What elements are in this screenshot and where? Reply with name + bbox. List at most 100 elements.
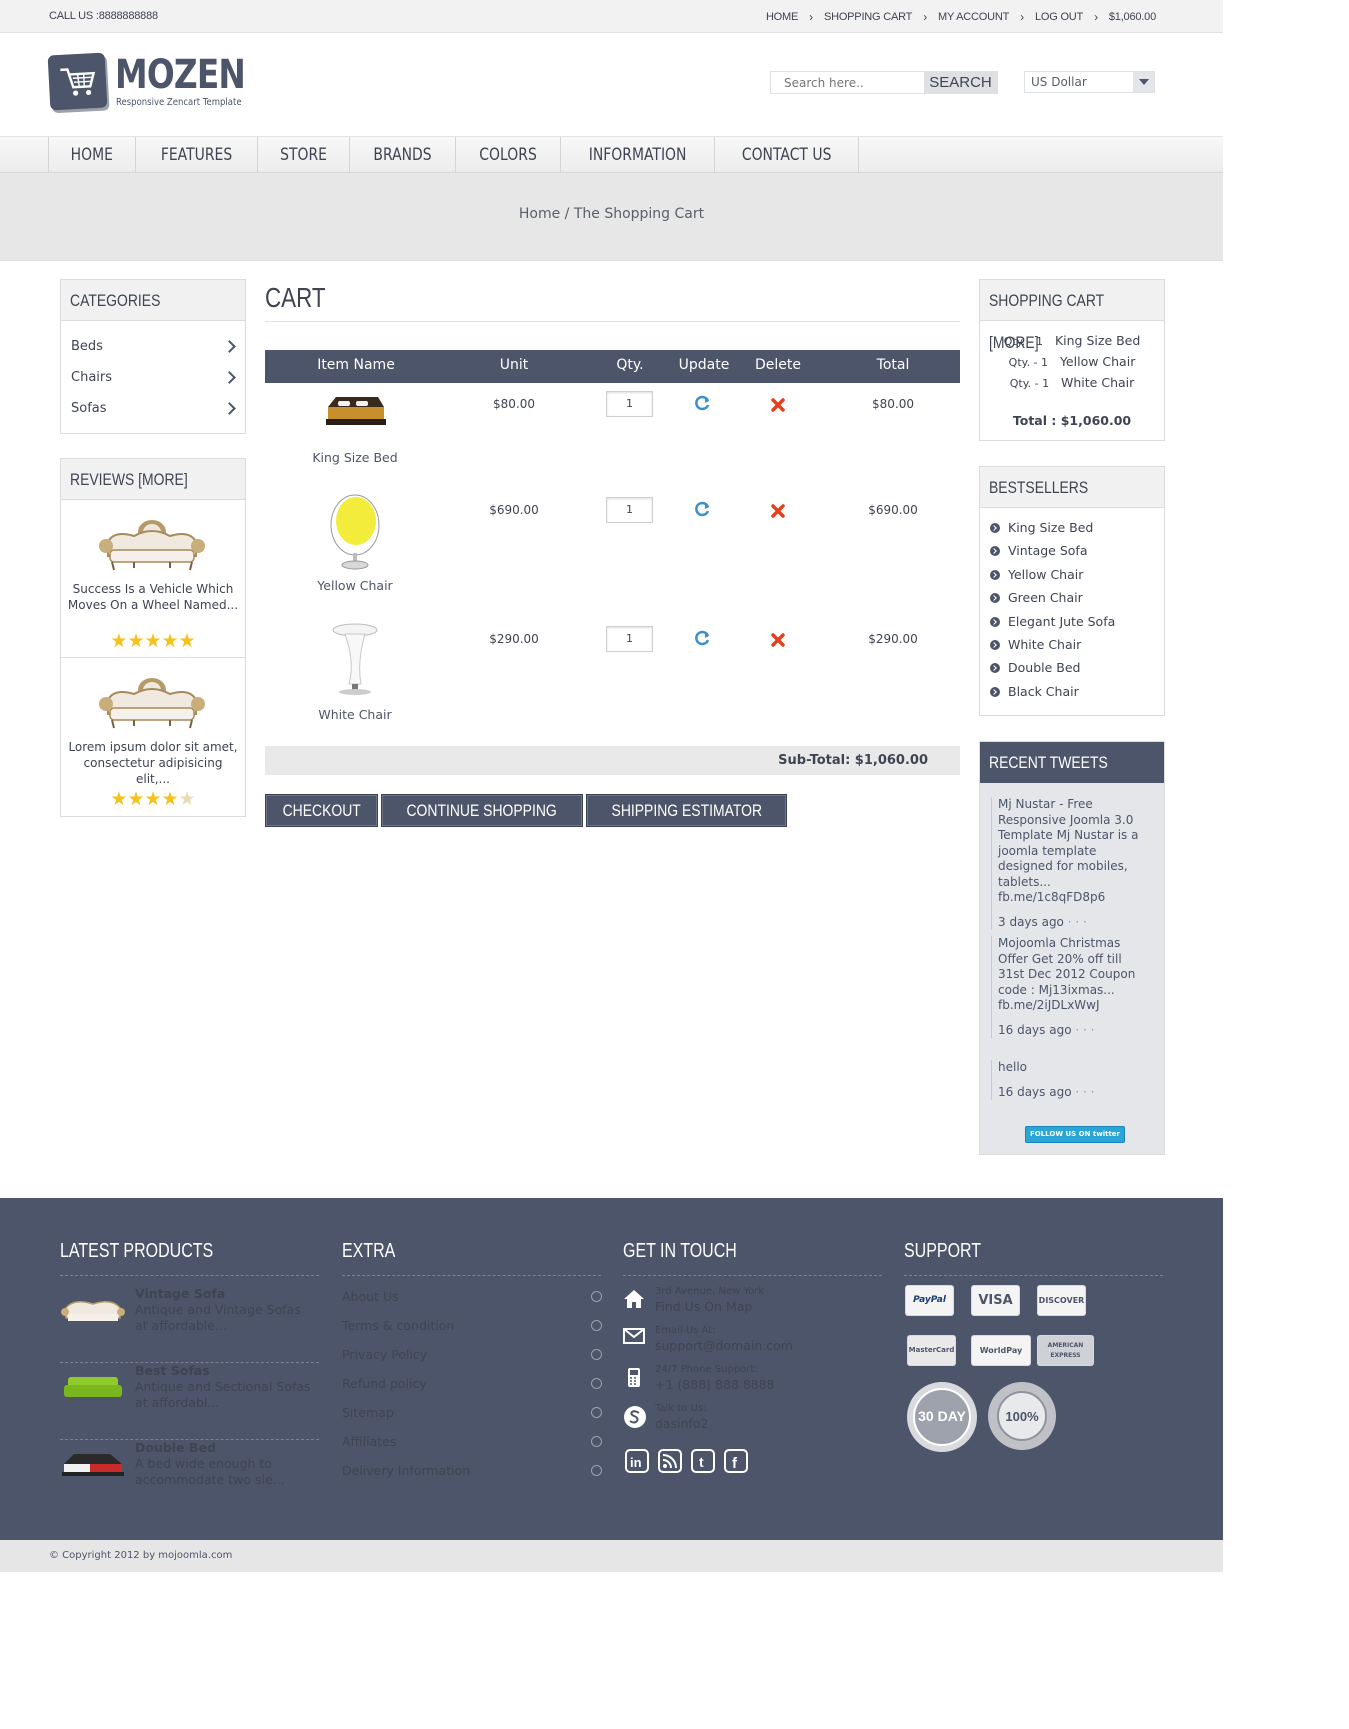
footer-link-terms[interactable]: Terms & condition (342, 1318, 602, 1333)
refresh-icon[interactable] (695, 395, 711, 411)
latest-product-name[interactable]: Double Bed (135, 1440, 216, 1455)
top-link-shopping-cart[interactable]: SHOPPING CART (824, 11, 912, 23)
latest-product-item[interactable]: Vintage Sofa Antique and Vintage Sofas a… (60, 1286, 319, 1363)
delete-icon[interactable] (770, 632, 786, 648)
line-total: $290.00 (868, 632, 918, 646)
bestseller-item[interactable]: Green Chair (990, 586, 1164, 609)
quantity-input[interactable]: 1 (606, 626, 653, 652)
follow-twitter-button[interactable]: FOLLOW US ON twitter (1025, 1126, 1125, 1143)
currency-select[interactable]: US Dollar (1024, 71, 1155, 93)
skype-icon (624, 1406, 646, 1428)
quantity-input[interactable]: 1 (606, 391, 653, 417)
line-total: $80.00 (872, 397, 914, 411)
product-name-link[interactable]: Yellow Chair (317, 578, 392, 593)
chevron-right-icon: › (1020, 10, 1024, 24)
yellow-chair-image[interactable] (329, 493, 381, 571)
tweet-time: 16 days ago · · · (998, 1084, 1095, 1099)
circle-icon (591, 1291, 602, 1302)
review-item[interactable]: Success Is a Vehicle Which Moves On a Wh… (61, 500, 245, 658)
rss-icon[interactable] (658, 1449, 682, 1473)
minicart-item[interactable]: Qty. - 1 White Chair (980, 375, 1164, 390)
top-link-my-account[interactable]: MY ACCOUNT (938, 11, 1009, 23)
tweet-link[interactable]: fb.me/2iJDLxWwJ (998, 998, 1151, 1014)
categories-title: CATEGORIES (61, 280, 245, 321)
category-sofas[interactable]: Sofas (61, 393, 245, 424)
minicart-item[interactable]: Qty. - 1 Yellow Chair (980, 354, 1164, 369)
bestseller-item[interactable]: Double Bed (990, 656, 1164, 679)
shipping-estimator-button[interactable]: SHIPPING ESTIMATOR (585, 794, 788, 827)
nav-store[interactable]: STORE (258, 137, 350, 173)
top-link-home[interactable]: HOME (766, 11, 798, 23)
bestseller-item[interactable]: King Size Bed (990, 516, 1164, 539)
tweet-item: hello 16 days ago · · · (991, 1060, 1151, 1100)
bestseller-item[interactable]: Elegant Jute Sofa (990, 610, 1164, 633)
breadcrumb-home[interactable]: Home (519, 206, 560, 222)
nav-brands[interactable]: BRANDS (350, 137, 456, 173)
shopping-cart-title[interactable]: SHOPPING CART [MORE] (980, 280, 1164, 352)
rating-stars-4: ★★★★★ (110, 788, 196, 810)
reviews-title[interactable]: REVIEWS [MORE] (61, 459, 245, 500)
linkedin-icon[interactable]: in (625, 1449, 649, 1473)
main-nav: HOME FEATURES STORE BRANDS COLORS INFORM… (0, 136, 1223, 173)
top-link-log-out[interactable]: LOG OUT (1035, 11, 1083, 23)
green-sofa-thumb (64, 1377, 122, 1401)
minicart-item[interactable]: Qty. - 1 King Size Bed (980, 333, 1164, 348)
delete-icon[interactable] (770, 503, 786, 519)
worldpay-icon: WorldPay (972, 1336, 1030, 1365)
king-size-bed-image[interactable] (322, 393, 388, 431)
vintage-sofa-image (99, 678, 205, 729)
cart-actions: CHECKOUT CONTINUE SHOPPING SHIPPING ESTI… (265, 794, 788, 827)
latest-product-item[interactable]: Best Sofas Antique and Sectional Sofas a… (60, 1363, 319, 1440)
tweet-text: hello (998, 1060, 1027, 1074)
logo-cart-icon[interactable] (47, 52, 108, 111)
circle-icon (591, 1465, 602, 1476)
refresh-icon[interactable] (695, 501, 711, 517)
nav-information[interactable]: INFORMATION (561, 137, 716, 173)
logo-text[interactable]: MOZEN (115, 52, 246, 98)
continue-shopping-button[interactable]: CONTINUE SHOPPING (381, 794, 583, 827)
bestseller-item[interactable]: White Chair (990, 633, 1164, 656)
col-delete: Delete (755, 357, 801, 373)
nav-contact-us[interactable]: CONTACT US (715, 137, 860, 173)
facebook-icon[interactable]: f (724, 1449, 748, 1473)
search-button[interactable]: SEARCH (924, 71, 997, 94)
nav-features[interactable]: FEATURES (136, 137, 258, 173)
tweet-link[interactable]: fb.me/1c8qFD8p6 (998, 890, 1151, 906)
category-beds[interactable]: Beds (61, 331, 245, 362)
search-input[interactable] (771, 72, 926, 93)
category-chairs[interactable]: Chairs (61, 362, 245, 393)
breadcrumb-separator: / (560, 206, 574, 222)
checkout-button[interactable]: CHECKOUT (265, 794, 379, 827)
cart-table-header: Item Name Unit Qty. Update Delete Total (265, 350, 960, 383)
footer-link-privacy[interactable]: Privacy Policy (342, 1347, 602, 1362)
product-name-link[interactable]: King Size Bed (312, 450, 397, 465)
bestseller-item[interactable]: Black Chair (990, 680, 1164, 703)
footer-link-refund[interactable]: Refund policy (342, 1376, 602, 1391)
latest-product-item[interactable]: Double Bed A bed wide enough to accommod… (60, 1440, 319, 1517)
white-chair-image[interactable] (329, 622, 381, 696)
footer-link-delivery[interactable]: Delivery Information (342, 1463, 602, 1478)
bestseller-item[interactable]: Yellow Chair (990, 563, 1164, 586)
footer-link-affiliates[interactable]: Affiliates (342, 1434, 602, 1449)
rating-stars-5: ★★★★★ (110, 630, 196, 652)
latest-product-name[interactable]: Best Sofas (135, 1363, 210, 1378)
product-name-link[interactable]: White Chair (318, 707, 391, 722)
bestseller-item[interactable]: Vintage Sofa (990, 539, 1164, 562)
top-cart-total[interactable]: $1,060.00 (1109, 11, 1156, 23)
nav-colors[interactable]: COLORS (456, 137, 561, 173)
nav-home[interactable]: HOME (49, 137, 136, 173)
latest-product-name[interactable]: Vintage Sofa (135, 1286, 225, 1301)
refresh-icon[interactable] (695, 630, 711, 646)
chevron-right-icon: › (923, 10, 928, 24)
top-links: HOME › SHOPPING CART › MY ACCOUNT › LOG … (766, 10, 1156, 24)
chevron-down-icon (1133, 72, 1154, 92)
footer-get-in-touch: GET IN TOUCH 3rd Avenue, New York Find U… (623, 1240, 882, 1431)
copyright: © Copyright 2012 by mojoomla.com (0, 1540, 1223, 1572)
footer-link-about-us[interactable]: About Us (342, 1289, 602, 1304)
tumblr-icon[interactable]: t (691, 1449, 715, 1473)
review-item[interactable]: Lorem ipsum dolor sit amet, consectetur … (61, 658, 245, 816)
footer-link-sitemap[interactable]: Sitemap (342, 1405, 602, 1420)
quantity-input[interactable]: 1 (606, 497, 653, 523)
delete-icon[interactable] (770, 397, 786, 413)
breadcrumb-current: The Shopping Cart (573, 206, 705, 222)
